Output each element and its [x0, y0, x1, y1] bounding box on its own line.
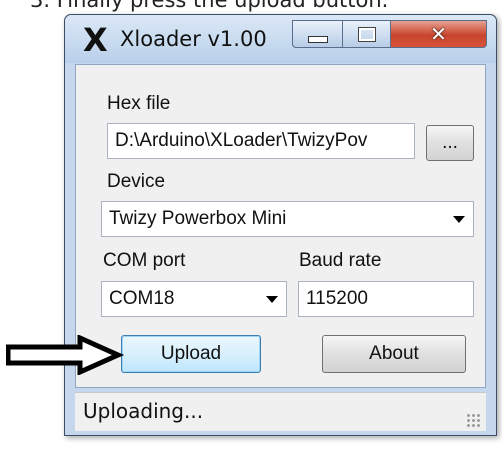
chevron-down-icon: [266, 296, 278, 303]
chevron-down-icon: [453, 216, 465, 223]
title-bar[interactable]: X Xloader v1.00 ✕: [65, 15, 496, 63]
form-panel: Hex file D:\Arduino\XLoader\TwizyPov ...…: [75, 64, 486, 388]
instruction-caption: 3. Finally press the upload button.: [30, 0, 389, 12]
device-select[interactable]: Twizy Powerbox Mini: [101, 201, 474, 237]
status-text: Uploading...: [83, 399, 204, 423]
baud-rate-label: Baud rate: [299, 250, 382, 271]
arrow-right-icon: [6, 335, 125, 375]
device-select-value: Twizy Powerbox Mini: [109, 208, 287, 229]
about-button[interactable]: About: [322, 335, 466, 373]
xloader-window: X Xloader v1.00 ✕ Hex file D:\Arduino\XL…: [64, 14, 497, 436]
com-port-label: COM port: [103, 250, 186, 271]
baud-rate-input[interactable]: 115200: [298, 281, 474, 317]
status-bar: Uploading...: [75, 392, 486, 431]
maximize-button[interactable]: [342, 20, 392, 48]
com-port-select-value: COM18: [109, 288, 175, 309]
maximize-icon: [358, 26, 376, 42]
resize-grip-icon[interactable]: [466, 413, 480, 427]
close-button[interactable]: ✕: [390, 20, 487, 48]
minimize-icon: [308, 35, 328, 43]
window-title: Xloader v1.00: [120, 27, 267, 51]
device-label: Device: [107, 171, 166, 192]
x-logo-icon: X: [83, 21, 108, 59]
hex-file-input[interactable]: D:\Arduino\XLoader\TwizyPov: [107, 123, 415, 159]
minimize-button[interactable]: [292, 20, 344, 48]
upload-button[interactable]: Upload: [121, 335, 261, 373]
com-port-select[interactable]: COM18: [101, 281, 287, 317]
browse-button[interactable]: ...: [426, 125, 474, 161]
close-icon: ✕: [430, 22, 447, 46]
hex-file-label: Hex file: [107, 93, 171, 114]
